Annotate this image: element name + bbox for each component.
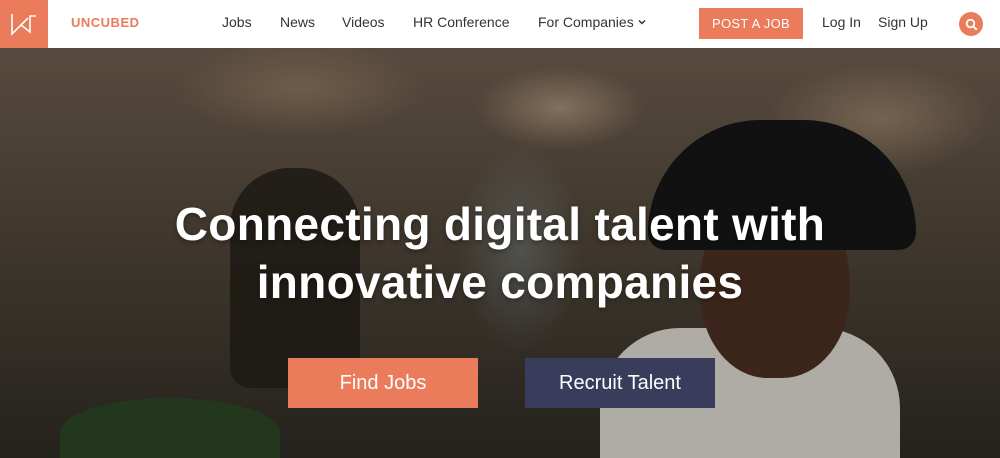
site-header: UNCUBED Jobs News Videos HR Conference F… [0,0,1000,48]
nav-for-companies-label: For Companies [538,14,634,30]
nav-videos[interactable]: Videos [342,14,385,30]
sign-up-link[interactable]: Sign Up [878,14,928,30]
recruit-talent-button[interactable]: Recruit Talent [525,358,715,408]
chevron-down-icon [638,19,646,25]
nav-hr-conference[interactable]: HR Conference [413,14,510,30]
search-button[interactable] [959,12,983,36]
hero-section: Connecting digital talent with innovativ… [0,48,1000,458]
log-in-link[interactable]: Log In [822,14,861,30]
logo[interactable] [0,0,48,48]
nav-for-companies[interactable]: For Companies [538,14,646,30]
hero-headline-line-2: innovative companies [256,256,744,308]
hero-headline-line-1: Connecting digital talent with [174,198,826,250]
post-a-job-button[interactable]: POST A JOB [699,8,803,39]
uncubed-logo-icon [11,14,36,36]
find-jobs-button[interactable]: Find Jobs [288,358,478,408]
brand-name[interactable]: UNCUBED [71,15,140,30]
nav-jobs[interactable]: Jobs [222,14,252,30]
search-icon [965,18,978,31]
nav-news[interactable]: News [280,14,315,30]
hero-headline: Connecting digital talent with innovativ… [0,195,1000,311]
